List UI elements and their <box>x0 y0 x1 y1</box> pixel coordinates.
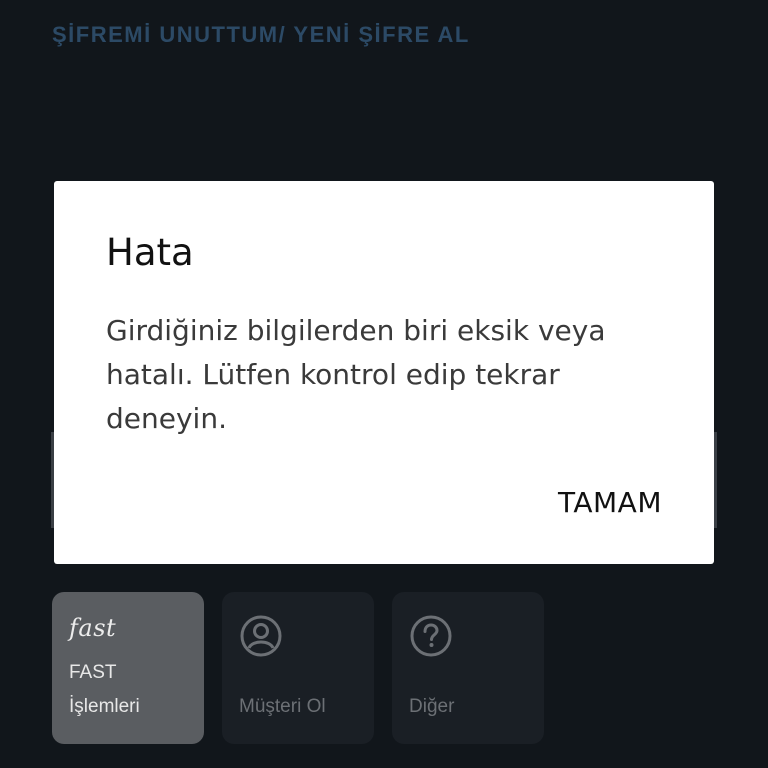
error-dialog: Hata Girdiğiniz bilgilerden biri eksik v… <box>54 181 714 564</box>
ok-button[interactable]: TAMAM <box>558 486 662 519</box>
dialog-title: Hata <box>106 231 194 274</box>
dialog-message: Girdiğiniz bilgilerden biri eksik veya h… <box>106 314 606 435</box>
